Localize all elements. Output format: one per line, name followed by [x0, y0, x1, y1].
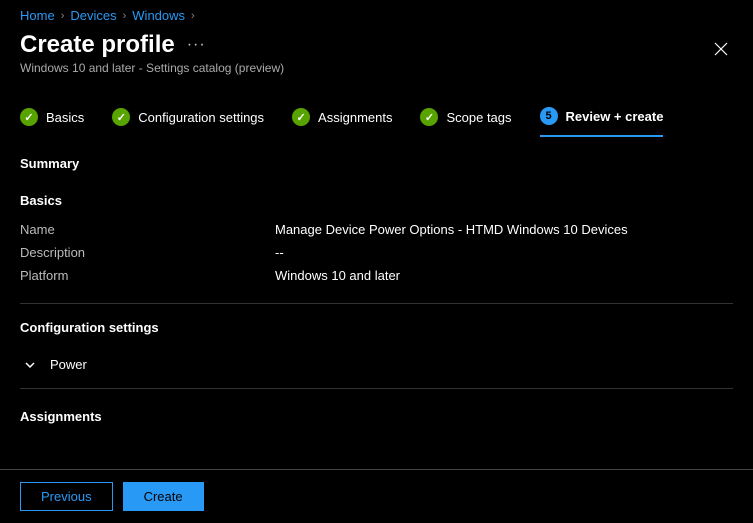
- basics-heading: Basics: [20, 193, 733, 208]
- breadcrumb-windows[interactable]: Windows: [132, 8, 185, 23]
- kv-row-platform: Platform Windows 10 and later: [20, 268, 733, 283]
- wizard-tabs: ✓ Basics ✓ Configuration settings ✓ Assi…: [0, 75, 753, 138]
- content-area: Summary Basics Name Manage Device Power …: [0, 138, 753, 424]
- configuration-settings-heading: Configuration settings: [20, 320, 733, 335]
- tab-assignments[interactable]: ✓ Assignments: [292, 107, 392, 137]
- create-button[interactable]: Create: [123, 482, 204, 511]
- tab-label: Configuration settings: [138, 110, 264, 125]
- tab-label: Basics: [46, 110, 84, 125]
- kv-label: Description: [20, 245, 275, 260]
- collapsible-label: Power: [50, 357, 87, 372]
- check-icon: ✓: [420, 108, 438, 126]
- tab-review-create[interactable]: 5 Review + create: [540, 107, 664, 137]
- breadcrumb-devices[interactable]: Devices: [70, 8, 116, 23]
- tab-configuration-settings[interactable]: ✓ Configuration settings: [112, 107, 264, 137]
- tab-basics[interactable]: ✓ Basics: [20, 107, 84, 137]
- step-number-icon: 5: [540, 107, 558, 125]
- previous-button[interactable]: Previous: [20, 482, 113, 511]
- chevron-right-icon: ›: [61, 10, 65, 22]
- kv-label: Platform: [20, 268, 275, 283]
- tab-label: Scope tags: [446, 110, 511, 125]
- kv-label: Name: [20, 222, 275, 237]
- page-title: Create profile: [20, 31, 175, 59]
- kv-row-description: Description --: [20, 245, 733, 260]
- page-subtitle: Windows 10 and later - Settings catalog …: [20, 61, 284, 75]
- assignments-heading: Assignments: [20, 409, 733, 424]
- kv-value: Manage Device Power Options - HTMD Windo…: [275, 222, 628, 237]
- close-icon[interactable]: [709, 37, 733, 66]
- breadcrumb-home[interactable]: Home: [20, 8, 55, 23]
- check-icon: ✓: [20, 108, 38, 126]
- summary-heading: Summary: [20, 156, 733, 171]
- power-collapsible[interactable]: Power: [20, 349, 733, 389]
- footer-bar: Previous Create: [0, 469, 753, 523]
- check-icon: ✓: [112, 108, 130, 126]
- chevron-right-icon: ›: [191, 10, 195, 22]
- check-icon: ✓: [292, 108, 310, 126]
- chevron-down-icon: [24, 359, 36, 371]
- kv-row-name: Name Manage Device Power Options - HTMD …: [20, 222, 733, 237]
- kv-value: --: [275, 245, 284, 260]
- page-header: Create profile ··· Windows 10 and later …: [0, 27, 753, 75]
- more-icon[interactable]: ···: [187, 36, 206, 54]
- breadcrumb: Home › Devices › Windows ›: [0, 0, 753, 27]
- divider: [20, 303, 733, 304]
- kv-value: Windows 10 and later: [275, 268, 400, 283]
- tab-scope-tags[interactable]: ✓ Scope tags: [420, 107, 511, 137]
- chevron-right-icon: ›: [123, 10, 127, 22]
- tab-label: Review + create: [566, 109, 664, 124]
- tab-label: Assignments: [318, 110, 392, 125]
